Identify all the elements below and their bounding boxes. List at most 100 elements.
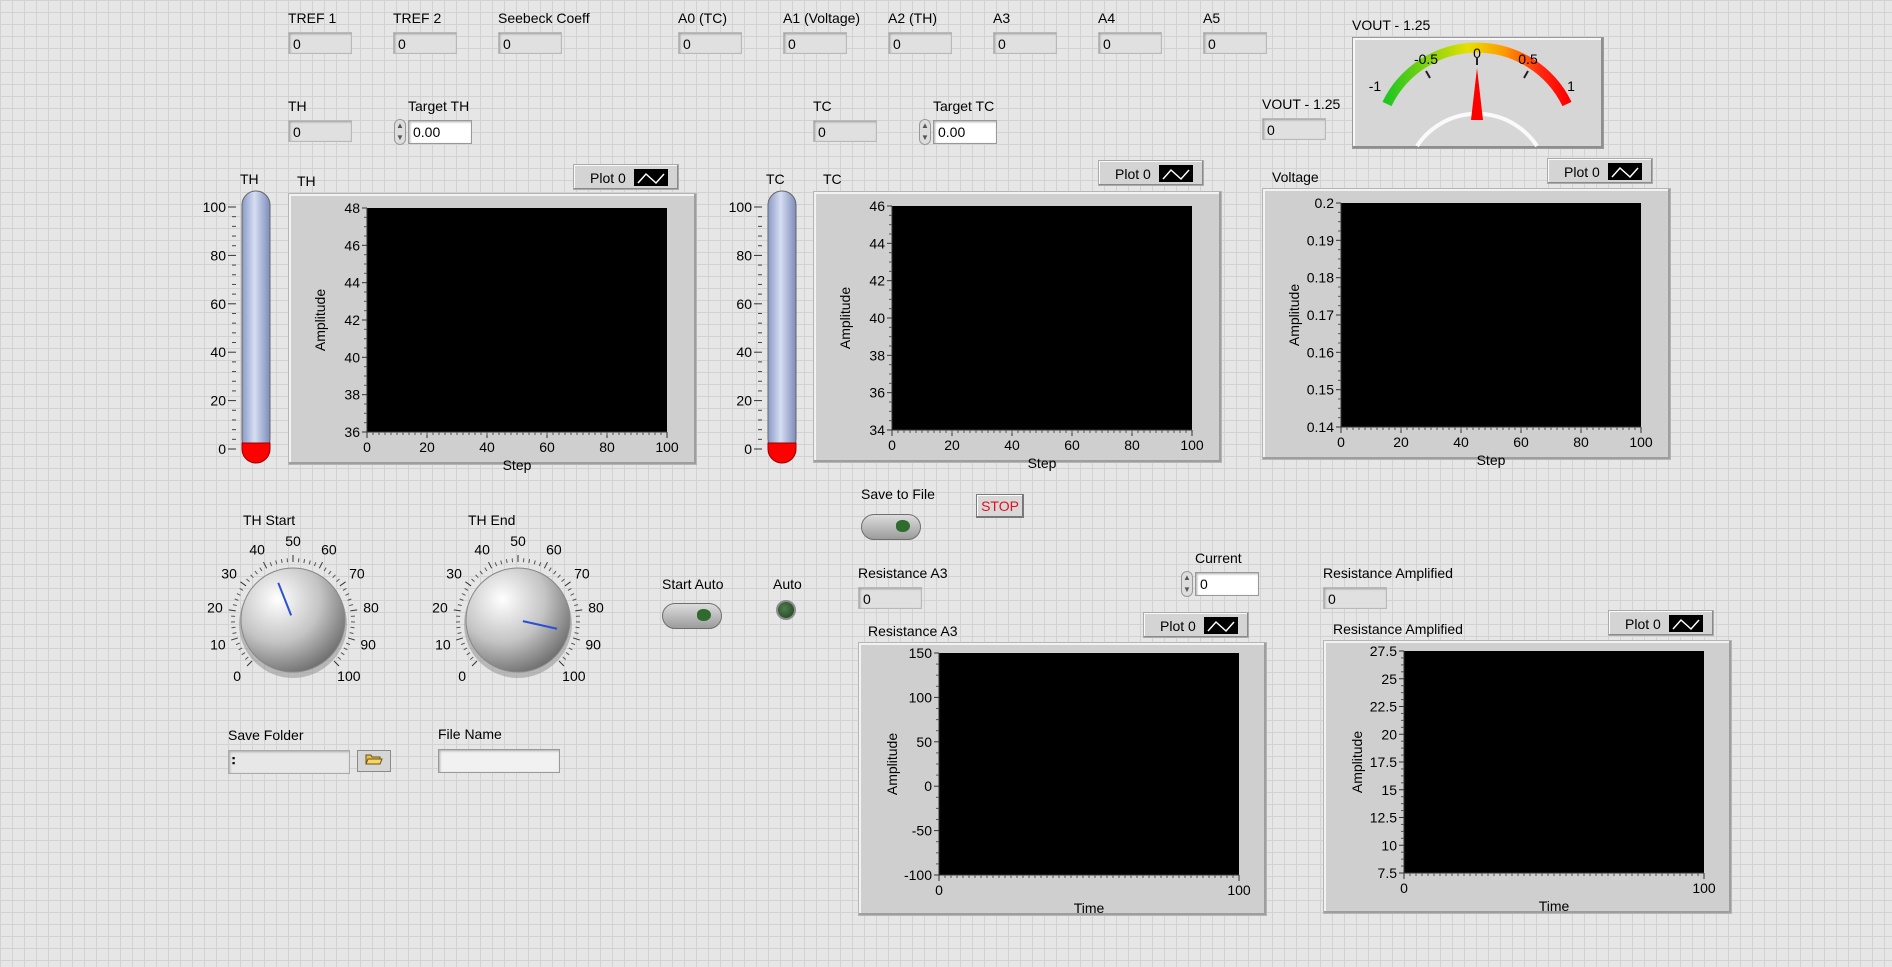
- thermo-tc-scale: 100 80 60 40 20 0: [729, 190, 797, 464]
- a0-label: A0 (TC): [678, 10, 727, 26]
- th-graph-title: TH: [297, 173, 316, 189]
- save-to-file-label: Save to File: [861, 486, 935, 502]
- knob-tick-label: 0: [458, 668, 466, 684]
- button-light-icon: [896, 520, 910, 532]
- knob-tick-label: 70: [349, 566, 365, 582]
- th-start-knob[interactable]: 0 10 20 30 40 50 60 70 80 90 100: [190, 528, 390, 698]
- resistance-a3-plot-legend[interactable]: Plot 0: [1143, 612, 1249, 638]
- knob-dial[interactable]: 0 10 20 30 40 50 60 70 80 90 100: [190, 528, 390, 698]
- current-input[interactable]: 0: [1195, 572, 1259, 596]
- save-folder-path-input[interactable]: ▪ ▪: [228, 750, 350, 774]
- y-tick-label: 0.17: [1307, 307, 1334, 323]
- thermo-tick-label: 100: [203, 199, 227, 215]
- y-tick-label: 150: [909, 645, 933, 661]
- meter-label: VOUT - 1.25: [1352, 17, 1431, 33]
- graph-axes: 27.5 25 22.5 20 17.5 15 12.5 10 7.50 100 Time Ampli…: [1349, 643, 1716, 914]
- y-axis-label: Amplitude: [312, 289, 328, 351]
- thermo-tick-label: 20: [210, 393, 226, 409]
- target-tc-input[interactable]: 0.00: [933, 120, 997, 144]
- thermo-tick-label: 60: [736, 296, 752, 312]
- y-tick-label: 0: [924, 778, 932, 794]
- knob-tick-label: 100: [337, 668, 361, 684]
- thermo-tick-label: 0: [218, 441, 226, 457]
- stop-button[interactable]: STOP: [976, 494, 1024, 518]
- resistance-a3-graph: 150 100 50 0 -50 -100 0 100 Time Amplitude: [858, 642, 1267, 916]
- x-axis-label: Step: [503, 457, 532, 473]
- resistance-amplified-label: Resistance Amplified: [1323, 565, 1453, 581]
- resistance-a3-graph-title: Resistance A3: [868, 623, 958, 639]
- x-tick-label: 100: [1180, 437, 1204, 453]
- tc-plot-legend[interactable]: Plot 0: [1098, 160, 1204, 186]
- a4-indicator: 0: [1098, 32, 1162, 54]
- x-tick-label: 60: [1513, 434, 1529, 450]
- knob-tick-label: 50: [510, 533, 526, 549]
- meter-tick-1: 1: [1567, 78, 1575, 94]
- knob-tick-label: 80: [588, 600, 604, 616]
- y-tick-label: 34: [869, 422, 885, 438]
- a1-label: A1 (Voltage): [783, 10, 861, 26]
- th-graph: 48 46 44 42 40 38 36 0 20 40 60 80 100 Step Amplitude: [288, 193, 697, 473]
- graph-axes: 0.2 0.19 0.18 0.17 0.16 0.15 0.140 20 40 60 80 100 S…: [1286, 195, 1653, 468]
- a4-label: A4: [1098, 10, 1116, 26]
- save-folder-label: Save Folder: [228, 727, 304, 743]
- x-tick-label: 20: [419, 439, 435, 455]
- a3-label: A3: [993, 10, 1011, 26]
- current-increment-decrement[interactable]: ▲ ▼: [1181, 571, 1193, 597]
- y-tick-label: 40: [344, 349, 360, 365]
- resistance-a3-label: Resistance A3: [858, 565, 948, 581]
- y-tick-label: 36: [869, 385, 885, 401]
- save-to-file-button[interactable]: [861, 514, 921, 540]
- tref1-indicator: 0: [288, 32, 352, 54]
- x-tick-label: 100: [1692, 880, 1716, 896]
- target-tc-label: Target TC: [933, 98, 995, 114]
- knob-tick-label: 60: [321, 542, 337, 558]
- knob-dial[interactable]: 0 10 20 30 40 50 60 70 80 90 100: [415, 528, 615, 698]
- x-tick-label: 0: [935, 882, 943, 898]
- knob-tick-label: 10: [210, 636, 226, 652]
- y-tick-label: 44: [869, 235, 885, 251]
- x-axis-label: Time: [1539, 898, 1570, 914]
- y-tick-label: 17.5: [1370, 754, 1397, 770]
- y-axis-label: Amplitude: [1286, 284, 1302, 346]
- a3-indicator: 0: [993, 32, 1057, 54]
- thermometer-tc: 100 80 60 40 20 0: [724, 187, 804, 467]
- y-tick-label: 44: [344, 275, 360, 291]
- th-end-label: TH End: [468, 512, 516, 528]
- graph-axes: 48 46 44 42 40 38 360 20 40 60 80 100 Step Amplitude: [312, 200, 679, 473]
- plot-line-icon: [634, 169, 668, 186]
- thermo-th-label: TH: [240, 171, 259, 187]
- start-auto-button[interactable]: [662, 603, 722, 629]
- voltage-graph: 0.2 0.19 0.18 0.17 0.16 0.15 0.14 0 20 40 60 80 100 S…: [1262, 188, 1671, 468]
- y-tick-label: 0.19: [1307, 232, 1334, 248]
- x-tick-label: 100: [655, 439, 679, 455]
- a0-indicator: 0: [678, 32, 742, 54]
- thermo-tick-label: 80: [736, 247, 752, 263]
- resistance-amplified-graph-title: Resistance Amplified: [1333, 621, 1463, 637]
- thermo-tick-label: 80: [210, 247, 226, 263]
- a1-indicator: 0: [783, 32, 847, 54]
- y-tick-label: 42: [869, 273, 885, 289]
- vout-label: VOUT - 1.25: [1262, 96, 1341, 112]
- thermo-tick-label: 60: [210, 296, 226, 312]
- file-name-input[interactable]: [438, 749, 560, 773]
- y-tick-label: 38: [344, 387, 360, 403]
- x-tick-label: 20: [944, 437, 960, 453]
- tc-graph-title: TC: [823, 171, 842, 187]
- resistance-amplified-graph: 27.5 25 22.5 20 17.5 15 12.5 10 7.5 0 100 Time Ampli…: [1323, 640, 1732, 914]
- target-th-increment-decrement[interactable]: ▲ ▼: [394, 119, 406, 145]
- resistance-amplified-legend-label: Plot 0: [1625, 616, 1661, 632]
- voltage-plot-legend[interactable]: Plot 0: [1547, 158, 1653, 184]
- th-plot-legend[interactable]: Plot 0: [573, 164, 679, 190]
- seebeck-coeff-indicator: 0: [498, 32, 562, 54]
- knob-tick-label: 40: [249, 542, 265, 558]
- x-tick-label: 0: [363, 439, 371, 455]
- resistance-amplified-plot-legend[interactable]: Plot 0: [1608, 610, 1714, 636]
- target-th-input[interactable]: 0.00: [408, 120, 472, 144]
- th-end-knob[interactable]: 0 10 20 30 40 50 60 70 80 90 100: [415, 528, 615, 698]
- resistance-a3-indicator: 0: [858, 587, 922, 609]
- browse-folder-button[interactable]: [357, 750, 391, 772]
- target-tc-increment-decrement[interactable]: ▲ ▼: [919, 119, 931, 145]
- resistance-a3-legend-label: Plot 0: [1160, 618, 1196, 634]
- knob-tick-label: 90: [585, 636, 601, 652]
- knob-tick-label: 60: [546, 542, 562, 558]
